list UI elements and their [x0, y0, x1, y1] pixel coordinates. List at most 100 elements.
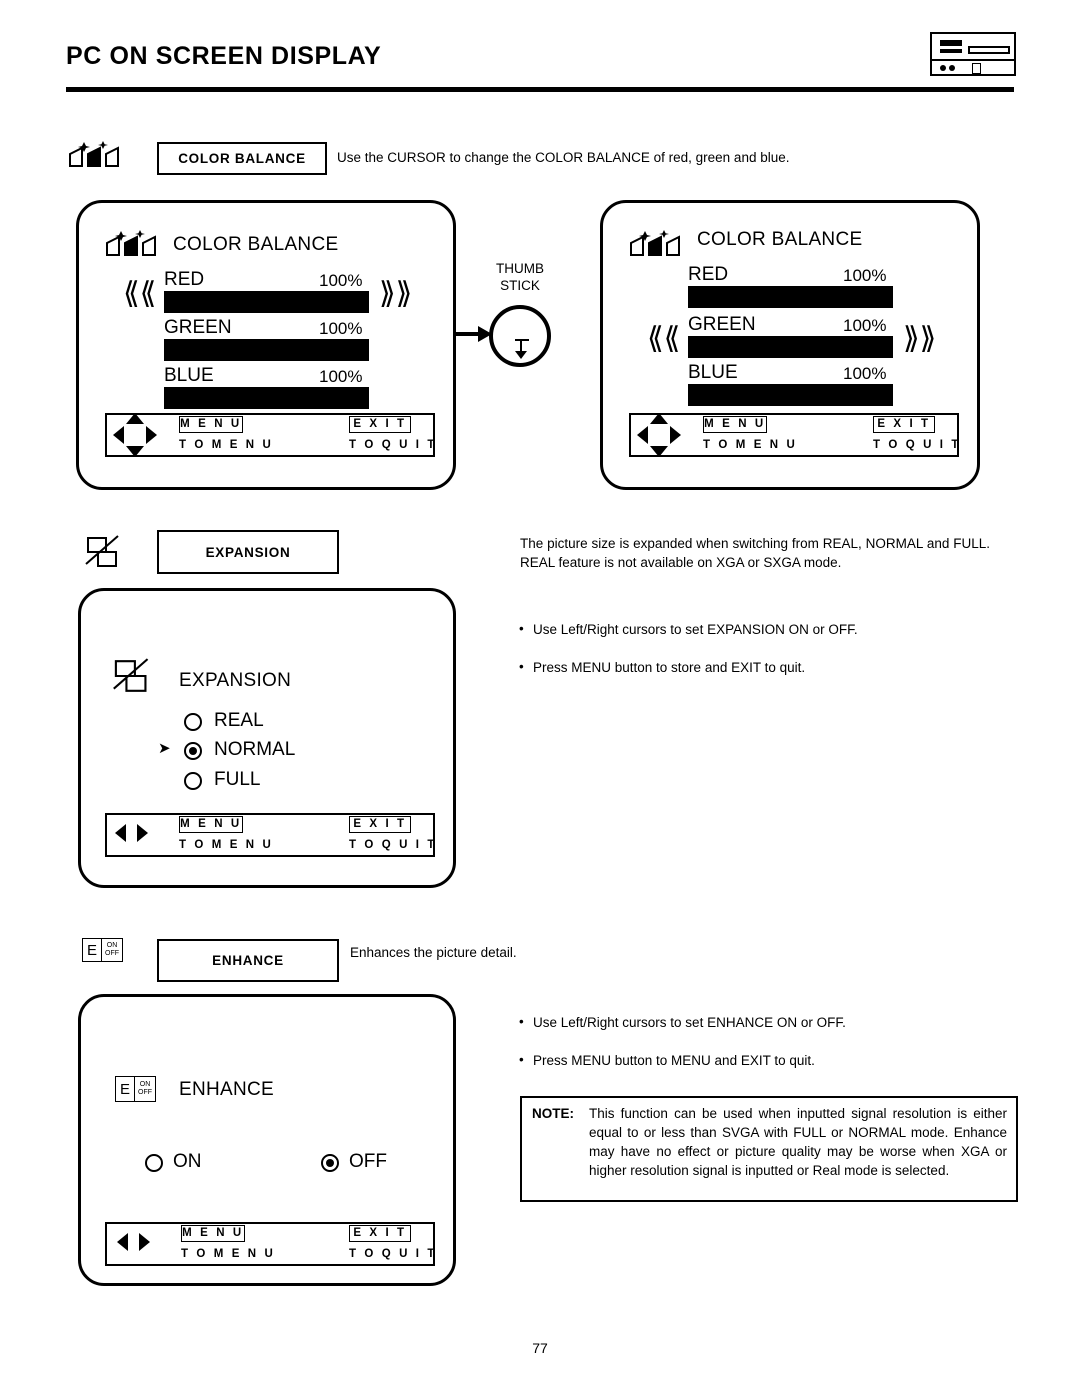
option-label-off: OFF [349, 1151, 387, 1172]
osd-enhance-icon: E ON OFF [115, 1076, 157, 1102]
osd-row-label-blue: BLUE [688, 362, 738, 383]
osd-title: COLOR BALANCE [697, 229, 863, 250]
arrow-left-icon[interactable] [117, 1233, 128, 1251]
section-label-enhance: ENHANCE [157, 939, 339, 982]
section-label-color-balance: COLOR BALANCE [157, 142, 327, 175]
enhance-bullet-1: Use Left/Right cursors to set ENHANCE ON… [533, 1015, 846, 1030]
expansion-bullet-1: Use Left/Right cursors to set EXPANSION … [533, 622, 858, 637]
enhance-icon-letter: E [87, 941, 98, 959]
arrow-right-icon[interactable] [137, 824, 148, 842]
radio-on[interactable] [145, 1154, 163, 1172]
exit-hint-text: T O Q U I T [873, 439, 962, 451]
enhance-icon-off: OFF [105, 950, 120, 957]
enhance-icon-off: OFF [138, 1089, 153, 1096]
osd-row-value-green: 100% [843, 316, 887, 335]
osd-expansion: EXPANSION REAL ➤ NORMAL FULL M E N U T O… [78, 588, 456, 888]
thumbstick-icon[interactable] [489, 305, 551, 367]
osd-row-label-blue: BLUE [164, 365, 214, 386]
osd-row-value-blue: 100% [319, 367, 363, 386]
enhance-icon-onoff: ON OFF [134, 1077, 155, 1101]
osd-bar-blue [164, 387, 369, 409]
radio-normal[interactable] [184, 742, 202, 760]
osd-bar-blue [688, 384, 893, 406]
expansion-icon [84, 534, 132, 570]
thumbstick-label-line1: THUMB [496, 261, 544, 276]
exit-hint-text: T O Q U I T [349, 439, 438, 451]
osd-title: EXPANSION [179, 670, 292, 691]
enhance-icon-on: ON [139, 1081, 151, 1088]
osd-enhance: E ON OFF ENHANCE ON OFF M E N U T O M E … [78, 994, 456, 1286]
note-label: NOTE: [532, 1106, 574, 1121]
osd-color-balance-icon [628, 229, 690, 259]
flow-arrow-icon [456, 326, 492, 342]
chevron-right-icon[interactable]: ⟫⟫ [379, 279, 412, 309]
menu-key[interactable]: M E N U [703, 416, 767, 433]
exit-hint-text: T O Q U I T [349, 839, 438, 851]
osd-row-label-green: GREEN [164, 317, 232, 338]
thumbstick-label-line2: STICK [500, 278, 540, 293]
osd-row-value-red: 100% [843, 266, 887, 285]
exit-key[interactable]: E X I T [349, 1225, 411, 1242]
osd-expansion-icon [111, 657, 163, 695]
section-label-text: EXPANSION [205, 544, 291, 560]
chevron-right-icon[interactable]: ⟫⟫ [903, 324, 936, 354]
osd-hint-divider-left [105, 1222, 107, 1266]
menu-key[interactable]: M E N U [179, 816, 243, 833]
page: PC ON SCREEN DISPLAY COLOR BALANCE Use t… [0, 0, 1080, 1397]
osd-hint-divider-bottom [105, 1264, 435, 1266]
option-label-full: FULL [214, 769, 261, 790]
chevron-left-icon[interactable]: ⟪⟪ [123, 279, 156, 309]
osd-hint-divider-top [105, 1222, 435, 1224]
section-label-text: ENHANCE [212, 953, 284, 968]
osd-bar-green [164, 339, 369, 361]
osd-title: ENHANCE [179, 1079, 275, 1100]
osd-bar-green [688, 336, 893, 358]
expansion-bullet-dot-2: • [519, 659, 524, 674]
option-label-real: REAL [214, 710, 264, 731]
option-label-on: ON [173, 1151, 202, 1172]
option-label-normal: NORMAL [214, 739, 296, 760]
page-title: PC ON SCREEN DISPLAY [66, 42, 382, 70]
menu-key[interactable]: M E N U [179, 416, 243, 433]
osd-color-balance-icon [104, 229, 166, 259]
radio-off[interactable] [321, 1154, 339, 1172]
radio-real[interactable] [184, 713, 202, 731]
exit-key[interactable]: E X I T [349, 816, 411, 833]
menu-hint-text: T O M E N U [179, 839, 274, 851]
dpad-icon [113, 413, 157, 457]
osd-color-balance-right: COLOR BALANCE RED 100% GREEN 100% ⟪⟪ ⟫⟫ … [600, 200, 980, 490]
radio-full[interactable] [184, 772, 202, 790]
device-panel-icon [930, 32, 1016, 76]
selection-pointer-icon: ➤ [158, 739, 171, 757]
color-balance-description: Use the CURSOR to change the COLOR BALAN… [337, 150, 790, 165]
osd-row-label-red: RED [688, 264, 729, 285]
page-number: 77 [532, 1340, 548, 1356]
exit-hint-text: T O Q U I T [349, 1248, 438, 1260]
osd-bar-red [164, 291, 369, 313]
osd-hint-divider-bottom [105, 855, 435, 857]
osd-bar-red [688, 286, 893, 308]
menu-key[interactable]: M E N U [181, 1225, 245, 1242]
enhance-bullet-dot-1: • [519, 1014, 524, 1029]
osd-color-balance-left: COLOR BALANCE RED 100% ⟪⟪ ⟫⟫ GREEN 100% … [76, 200, 456, 490]
chevron-left-icon[interactable]: ⟪⟪ [647, 324, 680, 354]
osd-row-value-blue: 100% [843, 364, 887, 383]
osd-hint-divider-left [105, 413, 107, 457]
enhance-description: Enhances the picture detail. [350, 945, 517, 960]
enhance-icon-letter: E [120, 1080, 131, 1098]
expansion-bullet-2: Press MENU button to store and EXIT to q… [533, 660, 806, 675]
enhance-icon: E ON OFF [82, 938, 124, 962]
enhance-icon-on: ON [106, 942, 118, 949]
osd-row-value-green: 100% [319, 319, 363, 338]
exit-key[interactable]: E X I T [349, 416, 411, 433]
arrow-left-icon[interactable] [115, 824, 126, 842]
arrow-right-icon[interactable] [139, 1233, 150, 1251]
osd-hint-divider-left [629, 413, 631, 457]
dpad-icon [637, 413, 681, 457]
osd-title: COLOR BALANCE [173, 234, 339, 255]
expansion-bullet-dot-1: • [519, 621, 524, 636]
note-text: This function can be used when inputted … [589, 1106, 1007, 1178]
section-label-text: COLOR BALANCE [178, 151, 306, 166]
menu-hint-text: T O M E N U [179, 439, 274, 451]
exit-key[interactable]: E X I T [873, 416, 935, 433]
